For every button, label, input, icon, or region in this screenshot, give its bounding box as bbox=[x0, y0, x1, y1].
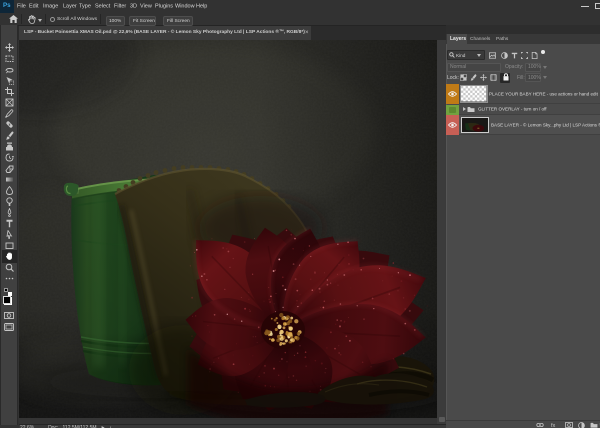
svg-text:fx: fx bbox=[551, 423, 556, 428]
